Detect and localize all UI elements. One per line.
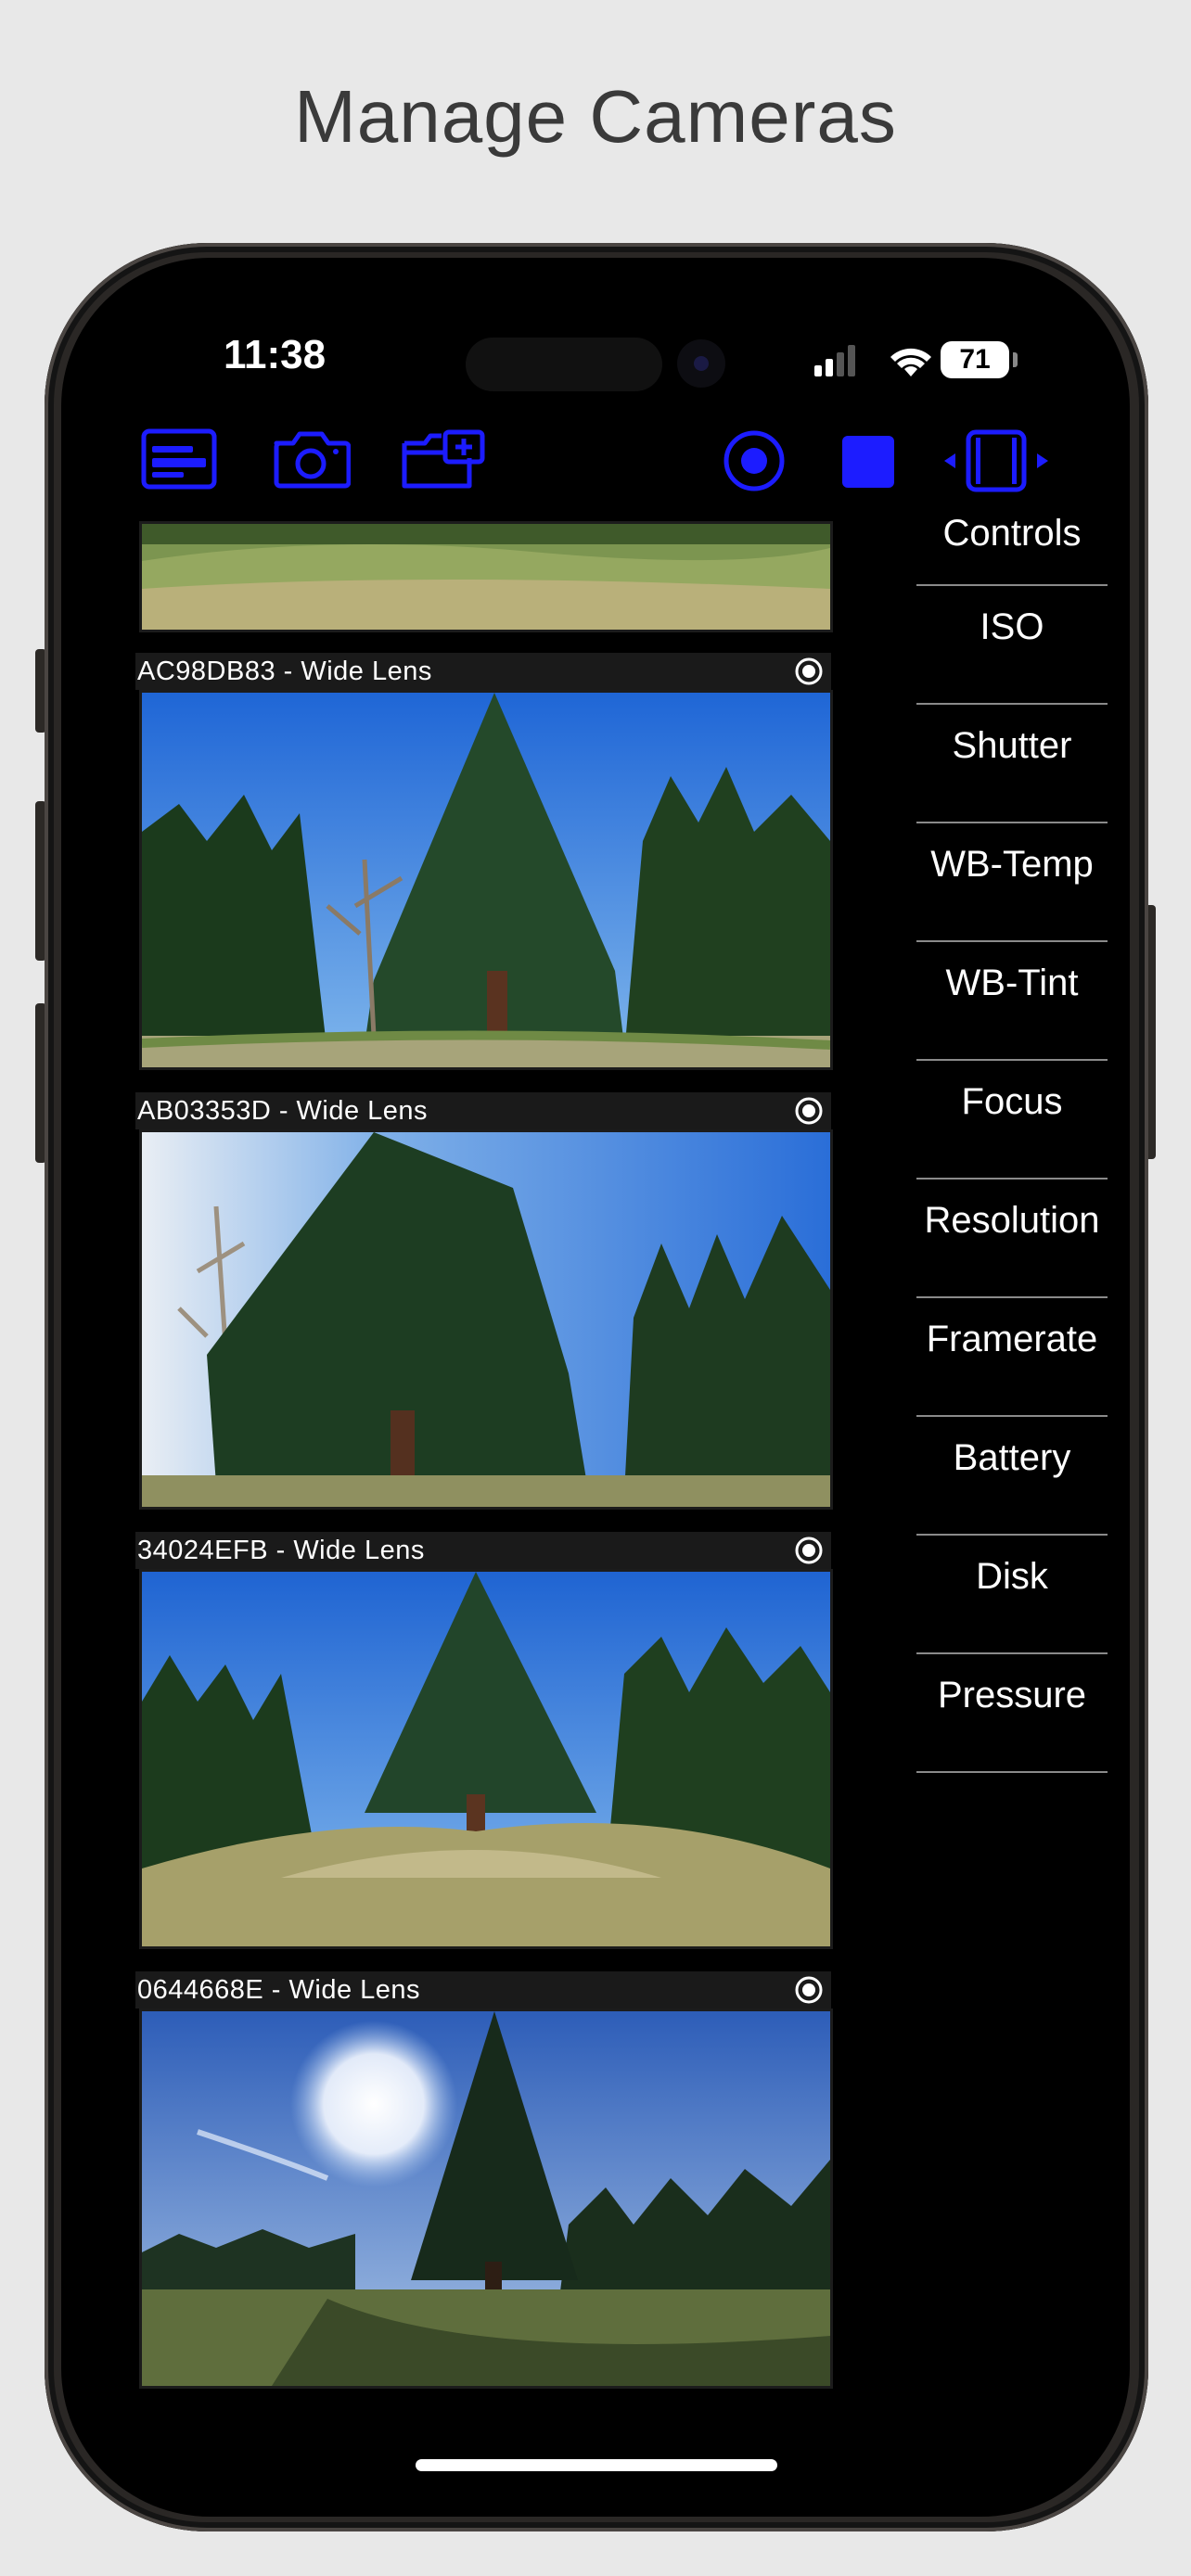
select-radio-icon[interactable] (794, 657, 824, 686)
controls-divider (916, 1771, 1108, 1773)
camera-preview[interactable] (139, 1569, 833, 1949)
camera-label: AC98DB83 - Wide Lens (137, 657, 432, 686)
control-framerate[interactable]: Framerate (916, 1296, 1108, 1415)
control-resolution[interactable]: Resolution (916, 1178, 1108, 1296)
control-shutter[interactable]: Shutter (916, 703, 1108, 822)
control-wb-tint[interactable]: WB-Tint (916, 940, 1108, 1059)
select-radio-icon[interactable] (794, 1536, 824, 1565)
control-pressure[interactable]: Pressure (916, 1652, 1108, 1771)
controls-title: Controls (942, 513, 1082, 554)
phone-screen: 11:38 71 AC98DB83 - Wide Lens AB03353D -… (61, 258, 1130, 2517)
camera-header: 0644668E - Wide Lens (135, 1971, 831, 2009)
camera-preview-partial[interactable] (139, 521, 833, 632)
camera-preview[interactable] (139, 2009, 833, 2389)
camera-preview[interactable] (139, 690, 833, 1070)
camera-header: AB03353D - Wide Lens (135, 1092, 831, 1129)
select-radio-icon[interactable] (794, 1096, 824, 1126)
camera-header: 34024EFB - Wide Lens (135, 1532, 831, 1569)
control-battery[interactable]: Battery (916, 1415, 1108, 1534)
camera-header: AC98DB83 - Wide Lens (135, 653, 831, 690)
camera-label: 34024EFB - Wide Lens (137, 1536, 425, 1565)
page-headline: Manage Cameras (294, 75, 897, 158)
control-disk[interactable]: Disk (916, 1534, 1108, 1652)
camera-preview[interactable] (139, 1129, 833, 1510)
control-focus[interactable]: Focus (916, 1059, 1108, 1178)
home-indicator[interactable] (416, 2459, 777, 2471)
select-radio-icon[interactable] (794, 1975, 824, 2005)
camera-label: 0644668E - Wide Lens (137, 1975, 421, 2005)
control-iso[interactable]: ISO (916, 584, 1108, 703)
control-wb-temp[interactable]: WB-Temp (916, 822, 1108, 940)
camera-label: AB03353D - Wide Lens (137, 1096, 429, 1126)
